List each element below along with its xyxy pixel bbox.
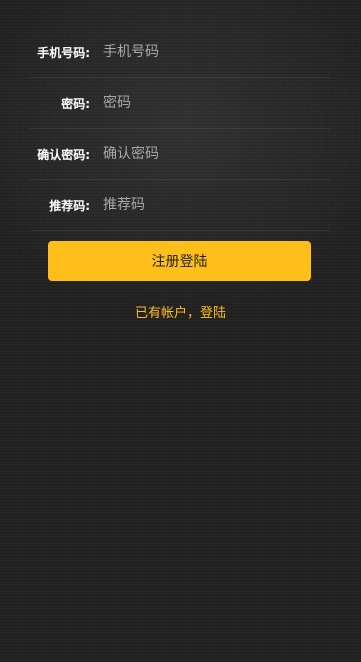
phone-label: 手机号码: <box>37 45 90 60</box>
confirm-password-row: 确认密码: <box>30 129 330 180</box>
phone-row: 手机号码: <box>30 27 330 78</box>
register-form: 手机号码: 密码: 确认密码: 推荐码: <box>30 27 330 231</box>
referral-code-input[interactable] <box>103 193 330 217</box>
referral-code-row: 推荐码: <box>30 180 330 231</box>
existing-account-login-link[interactable]: 已有帐户，登陆 <box>0 302 361 321</box>
register-login-button[interactable]: 注册登陆 <box>48 241 311 281</box>
password-label: 密码: <box>61 96 90 111</box>
confirm-password-label: 确认密码: <box>37 147 90 162</box>
referral-code-label: 推荐码: <box>49 198 90 213</box>
password-input[interactable] <box>103 91 330 115</box>
confirm-password-input[interactable] <box>103 142 330 166</box>
password-row: 密码: <box>30 78 330 129</box>
phone-input[interactable] <box>103 40 330 64</box>
